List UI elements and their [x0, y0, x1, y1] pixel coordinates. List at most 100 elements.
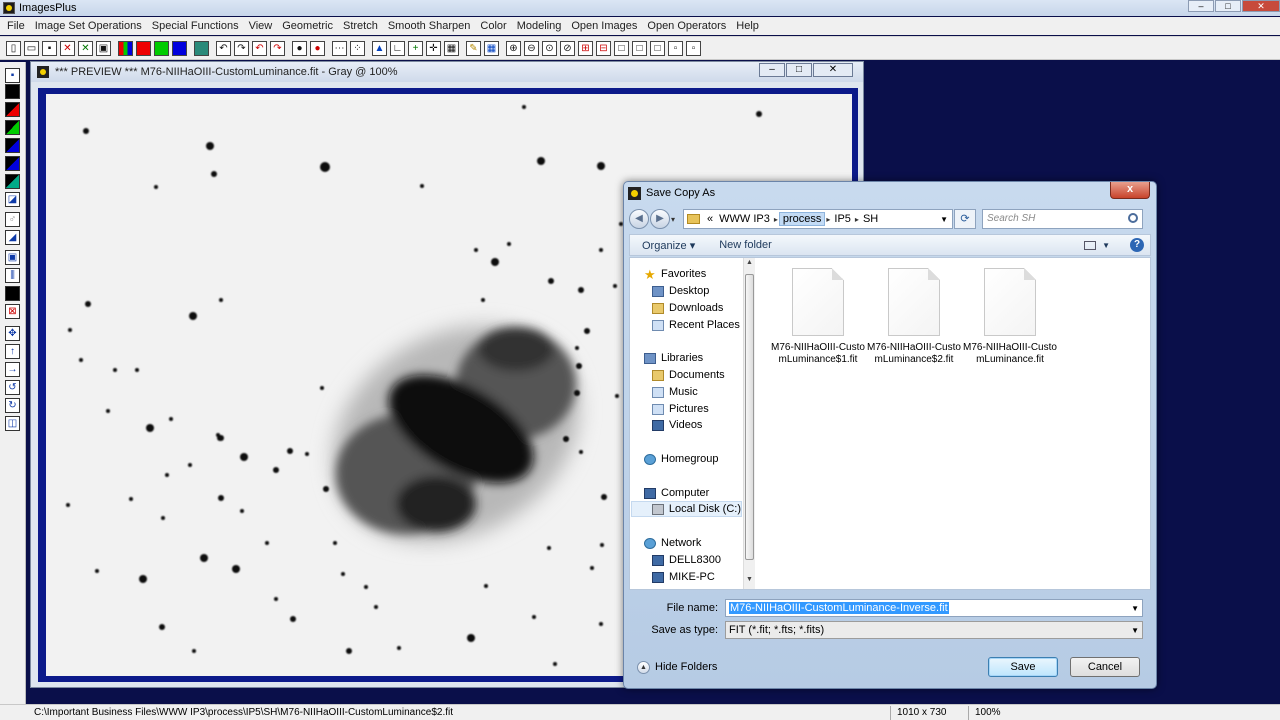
file-item[interactable]: M76-NIIHaOIII-CustomLuminance$1.fit	[770, 268, 866, 366]
redo-icon[interactable]: ↷	[234, 40, 249, 56]
frame-icon[interactable]: ▣	[5, 250, 20, 265]
nav-libraries[interactable]: Libraries	[644, 350, 703, 366]
file-item[interactable]: M76-NIIHaOIII-CustomLuminance$2.fit	[866, 268, 962, 366]
zoom-actual-icon[interactable]: ⊘	[560, 40, 575, 56]
new-folder-button[interactable]: New folder	[719, 239, 772, 251]
copy-icon[interactable]: ▣	[96, 40, 111, 56]
window-icon-3[interactable]: □	[650, 40, 665, 56]
bars-icon[interactable]: ⫼	[5, 268, 20, 283]
breadcrumb-sh[interactable]: SH	[860, 213, 881, 225]
save-tool-icon[interactable]: ▪	[5, 68, 20, 83]
nav-music[interactable]: Music	[652, 384, 698, 400]
maximize-icon[interactable]: □	[1215, 0, 1241, 12]
pencil-icon[interactable]: ✎	[466, 40, 481, 56]
address-bar[interactable]: « WWW IP3 ▸ process ▸ IP5 ▸ SH ▼	[683, 209, 953, 229]
nav-local-disk[interactable]: Local Disk (C:)	[631, 501, 742, 517]
menu-special-functions[interactable]: Special Functions	[147, 20, 244, 32]
new-file-icon[interactable]: ▯	[6, 40, 21, 56]
nav-dell8300[interactable]: DELL8300	[652, 552, 721, 568]
nav-computer[interactable]: Computer	[644, 485, 709, 501]
nav-downloads[interactable]: Downloads	[652, 300, 723, 316]
curve-icon[interactable]: ◢	[5, 230, 20, 245]
minimize-icon[interactable]: –	[759, 63, 785, 77]
address-dropdown-icon[interactable]: ▼	[936, 215, 952, 224]
expand-red-icon[interactable]: ⊞	[578, 40, 593, 56]
forward-arrow-icon[interactable]: ▶	[650, 209, 670, 229]
crosshair-icon[interactable]: ✛	[426, 40, 441, 56]
matrix-icon[interactable]: ▦	[484, 40, 499, 56]
nav-pictures[interactable]: Pictures	[652, 401, 709, 417]
flip-icon[interactable]: ◫	[5, 416, 20, 431]
breadcrumb-process[interactable]: process	[778, 212, 826, 226]
organize-button[interactable]: Organize ▾	[642, 239, 695, 252]
zoom-out-icon[interactable]: ⊖	[524, 40, 539, 56]
blue-channel-icon[interactable]	[172, 40, 187, 56]
breadcrumb-ip5[interactable]: IP5	[831, 213, 854, 225]
menu-image-set-operations[interactable]: Image Set Operations	[30, 20, 147, 32]
save-icon[interactable]: ▪	[42, 40, 57, 56]
menu-modeling[interactable]: Modeling	[512, 20, 567, 32]
dotted-line-icon[interactable]: ⋯	[332, 40, 347, 56]
menu-view[interactable]: View	[244, 20, 278, 32]
open-folder-icon[interactable]: ▭	[24, 40, 39, 56]
rotate-right-icon[interactable]: ↻	[5, 398, 20, 413]
chevron-down-icon[interactable]: ▼	[1131, 604, 1139, 613]
luminance-split-icon[interactable]	[5, 156, 20, 171]
teal-split-icon[interactable]	[5, 174, 20, 189]
window-icon-2[interactable]: □	[632, 40, 647, 56]
zoom-fit-icon[interactable]: ⊙	[542, 40, 557, 56]
recent-locations-chevron-icon[interactable]: ▾	[671, 215, 681, 224]
shrink-red-icon[interactable]: ⊟	[596, 40, 611, 56]
record-stop-icon[interactable]: ●	[310, 40, 325, 56]
green-split-icon[interactable]	[5, 120, 20, 135]
move-icon[interactable]: ✥	[5, 326, 20, 341]
view-options-icon[interactable]	[1084, 240, 1097, 250]
close-icon[interactable]: ✕	[1242, 0, 1280, 12]
scroll-thumb[interactable]	[745, 274, 754, 560]
menu-geometric[interactable]: Geometric	[277, 20, 338, 32]
arrow-right-icon[interactable]: →	[5, 362, 20, 377]
redo-all-icon[interactable]: ↷	[270, 40, 285, 56]
rgb-channels-icon[interactable]	[118, 40, 133, 56]
menu-help[interactable]: Help	[731, 20, 764, 32]
undo-all-icon[interactable]: ↶	[252, 40, 267, 56]
minimize-icon[interactable]: –	[1188, 0, 1214, 12]
nav-videos[interactable]: Videos	[652, 417, 702, 433]
breadcrumb-overflow[interactable]: «	[704, 213, 716, 225]
menu-color[interactable]: Color	[475, 20, 511, 32]
zoom-in-icon[interactable]: ⊕	[506, 40, 521, 56]
nav-documents[interactable]: Documents	[652, 367, 725, 383]
nav-homegroup[interactable]: Homegroup	[644, 451, 718, 467]
search-input[interactable]: Search SH	[982, 209, 1143, 229]
black-bar-icon[interactable]	[5, 286, 20, 301]
image-window-title-bar[interactable]: *** PREVIEW *** M76-NIIHaOIII-CustomLumi…	[31, 62, 863, 82]
dialog-close-button[interactable]: x	[1110, 182, 1150, 199]
menu-smooth-sharpen[interactable]: Smooth Sharpen	[383, 20, 476, 32]
menu-open-operators[interactable]: Open Operators	[642, 20, 731, 32]
chevron-down-icon[interactable]: ▼	[1131, 626, 1139, 635]
rotate-left-icon[interactable]: ↺	[5, 380, 20, 395]
maximize-icon[interactable]: □	[786, 63, 812, 77]
view-dropdown-icon[interactable]: ▼	[1102, 241, 1110, 250]
red-channel-icon[interactable]	[136, 40, 151, 56]
add-icon[interactable]: +	[408, 40, 423, 56]
close-icon[interactable]: ✕	[813, 63, 853, 77]
hide-folders-toggle[interactable]: ▲ Hide Folders	[637, 660, 717, 674]
window-icon-5[interactable]: ▫	[686, 40, 701, 56]
red-split-icon[interactable]	[5, 102, 20, 117]
points-icon[interactable]: ⁘	[350, 40, 365, 56]
nav-network[interactable]: Network	[644, 535, 701, 551]
scroll-up-icon[interactable]: ▲	[744, 259, 755, 271]
window-icon-1[interactable]: □	[614, 40, 629, 56]
file-name-input[interactable]: M76-NIIHaOIII-CustomLuminance-Inverse.fi…	[725, 599, 1143, 617]
breadcrumb-www-ip3[interactable]: WWW IP3	[716, 213, 773, 225]
undo-icon[interactable]: ↶	[216, 40, 231, 56]
save-button[interactable]: Save	[988, 657, 1058, 677]
dialog-title-bar[interactable]: Save Copy As x	[624, 182, 1156, 204]
refresh-icon[interactable]: ⟳	[954, 209, 976, 229]
menu-open-images[interactable]: Open Images	[566, 20, 642, 32]
save-as-type-select[interactable]: FIT (*.fit; *.fts; *.fits) ▼	[725, 621, 1143, 639]
grid-icon[interactable]	[194, 40, 209, 56]
mask-icon[interactable]: ◪	[5, 192, 20, 207]
help-icon[interactable]: ?	[1130, 238, 1144, 252]
